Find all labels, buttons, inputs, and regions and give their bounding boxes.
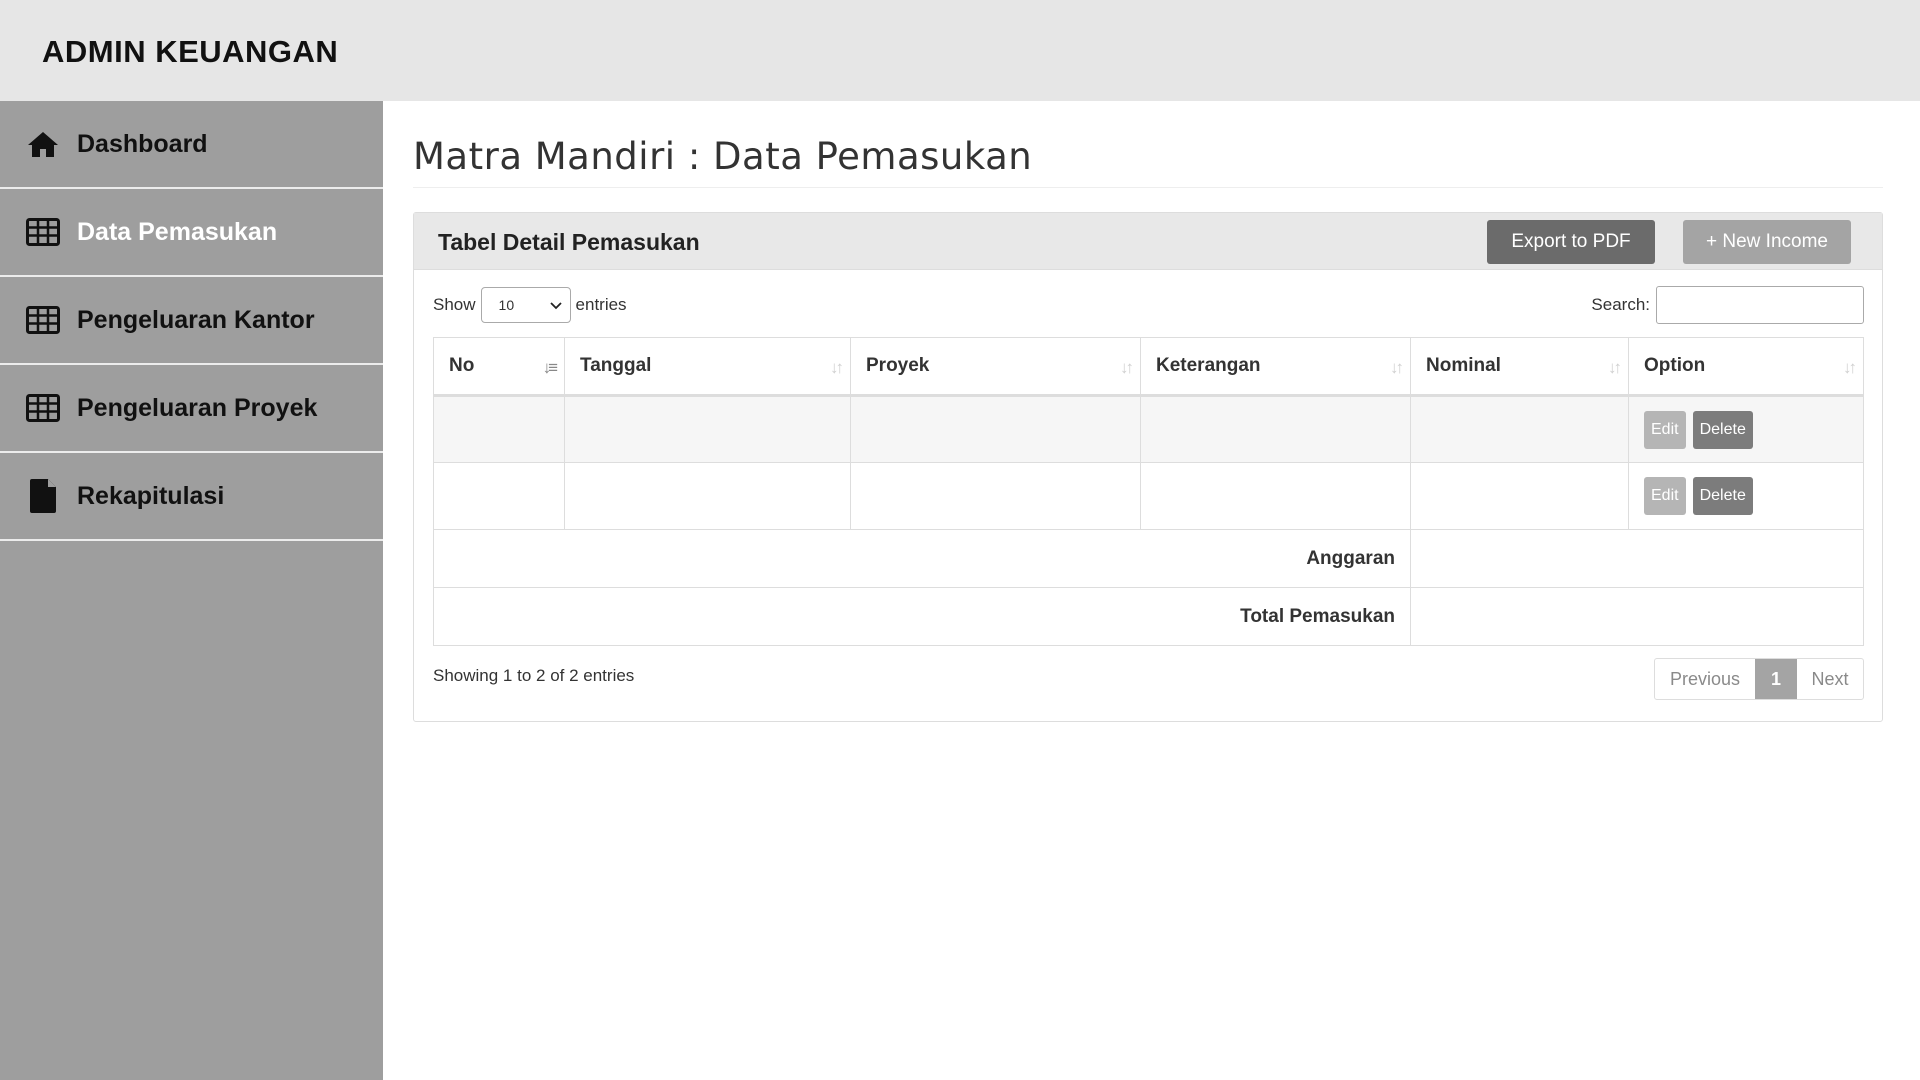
title-divider: [413, 187, 1883, 188]
income-table-wrapper: No ↓≡ Tanggal ↓↑ Proyek ↓↑ Keterangan ↓↑…: [433, 337, 1864, 646]
table-icon: [25, 390, 61, 426]
sidebar-item-label: Dashboard: [77, 129, 208, 158]
cell-nominal: [1410, 395, 1629, 463]
cell-no: [433, 395, 565, 463]
export-pdf-button[interactable]: Export to PDF: [1487, 220, 1655, 264]
sidebar-item-label: Data Pemasukan: [77, 217, 278, 246]
sidebar-item-pengeluaran-kantor[interactable]: Pengeluaran Kantor: [0, 277, 383, 365]
entries-label: entries: [575, 295, 627, 314]
sidebar: Dashboard Data Pemasukan Pengeluaran Kan…: [0, 101, 383, 1080]
entries-select-value: 10: [498, 297, 515, 313]
app-brand: ADMIN KEUANGAN: [42, 34, 339, 69]
table-info: Showing 1 to 2 of 2 entries: [433, 666, 635, 685]
column-header-tanggal[interactable]: Tanggal ↓↑: [564, 337, 851, 397]
sidebar-item-label: Rekapitulasi: [77, 481, 225, 510]
column-label: Proyek: [866, 355, 930, 376]
sort-asc-icon: ↓≡: [542, 358, 559, 377]
table-icon: [25, 214, 61, 250]
sort-icon: ↓↑: [1608, 358, 1622, 377]
cell-keterangan: [1140, 395, 1411, 463]
table-header-row: No ↓≡ Tanggal ↓↑ Proyek ↓↑ Keterangan ↓↑…: [433, 337, 1864, 397]
income-table: No ↓≡ Tanggal ↓↑ Proyek ↓↑ Keterangan ↓↑…: [433, 337, 1864, 646]
sidebar-item-label: Pengeluaran Proyek: [77, 393, 318, 422]
column-header-proyek[interactable]: Proyek ↓↑: [850, 337, 1141, 397]
entries-select[interactable]: 10: [480, 287, 571, 323]
sort-icon: ↓↑: [1120, 358, 1134, 377]
total-pemasukan-value: [1410, 587, 1864, 646]
column-label: No: [449, 355, 475, 376]
cell-no: [433, 462, 565, 530]
delete-button[interactable]: Delete: [1692, 477, 1753, 515]
cell-tanggal: [564, 395, 851, 463]
main-content: Matra Mandiri : Data Pemasukan Tabel Det…: [383, 101, 1920, 1080]
pagination-previous[interactable]: Previous: [1655, 659, 1755, 699]
cell-keterangan: [1140, 462, 1411, 530]
anggaran-value: [1410, 529, 1864, 588]
column-label: Option: [1644, 355, 1706, 376]
sort-icon: ↓↑: [1390, 358, 1404, 377]
panel-title: Tabel Detail Pemasukan: [438, 229, 700, 255]
search-label: Search:: [1591, 295, 1650, 314]
sidebar-item-pengeluaran-proyek[interactable]: Pengeluaran Proyek: [0, 365, 383, 453]
cell-nominal: [1410, 462, 1629, 530]
cell-tanggal: [564, 462, 851, 530]
top-bar: ADMIN KEUANGAN: [0, 0, 1920, 101]
panel-header: Tabel Detail Pemasukan Export to PDF + N…: [414, 213, 1882, 270]
delete-button[interactable]: Delete: [1692, 410, 1753, 449]
page-title: Matra Mandiri : Data Pemasukan: [413, 135, 1033, 178]
home-icon: [25, 126, 61, 162]
sort-icon: ↓↑: [1843, 358, 1857, 377]
new-income-button[interactable]: + New Income: [1683, 220, 1851, 264]
chevron-down-icon: [549, 297, 562, 313]
pagination-page[interactable]: 1: [1755, 659, 1797, 699]
cell-proyek: [850, 395, 1141, 463]
pagination: Previous 1 Next: [1654, 658, 1864, 700]
pagination-next[interactable]: Next: [1797, 659, 1863, 699]
anggaran-label: Anggaran: [433, 529, 1411, 588]
column-header-option[interactable]: Option ↓↑: [1628, 337, 1864, 397]
file-icon: [25, 478, 61, 514]
income-panel: Tabel Detail Pemasukan Export to PDF + N…: [413, 212, 1883, 722]
footer-row-total: Total Pemasukan: [433, 587, 1864, 646]
length-control: Show 10 entries: [433, 287, 627, 323]
table-icon: [25, 302, 61, 338]
cell-option: Edit Delete: [1628, 395, 1864, 463]
total-pemasukan-label: Total Pemasukan: [433, 587, 1411, 646]
column-header-nominal[interactable]: Nominal ↓↑: [1410, 337, 1629, 397]
sidebar-item-rekapitulasi[interactable]: Rekapitulasi: [0, 453, 383, 541]
edit-button[interactable]: Edit: [1644, 477, 1686, 515]
column-label: Keterangan: [1156, 355, 1261, 376]
table-row: Edit Delete: [433, 462, 1864, 530]
edit-button[interactable]: Edit: [1644, 410, 1686, 449]
search-control: Search:: [1591, 286, 1864, 324]
sidebar-item-label: Pengeluaran Kantor: [77, 305, 315, 334]
sidebar-item-data-pemasukan[interactable]: Data Pemasukan: [0, 189, 383, 277]
column-label: Nominal: [1426, 355, 1501, 376]
column-header-keterangan[interactable]: Keterangan ↓↑: [1140, 337, 1411, 397]
sidebar-item-dashboard[interactable]: Dashboard: [0, 101, 383, 189]
column-header-no[interactable]: No ↓≡: [433, 337, 565, 397]
table-row: Edit Delete: [433, 395, 1864, 463]
footer-row-anggaran: Anggaran: [433, 529, 1864, 588]
column-label: Tanggal: [580, 355, 652, 376]
cell-option: Edit Delete: [1628, 462, 1864, 530]
cell-proyek: [850, 462, 1141, 530]
show-label: Show: [433, 295, 476, 314]
sort-icon: ↓↑: [830, 358, 844, 377]
search-input[interactable]: [1656, 286, 1864, 324]
